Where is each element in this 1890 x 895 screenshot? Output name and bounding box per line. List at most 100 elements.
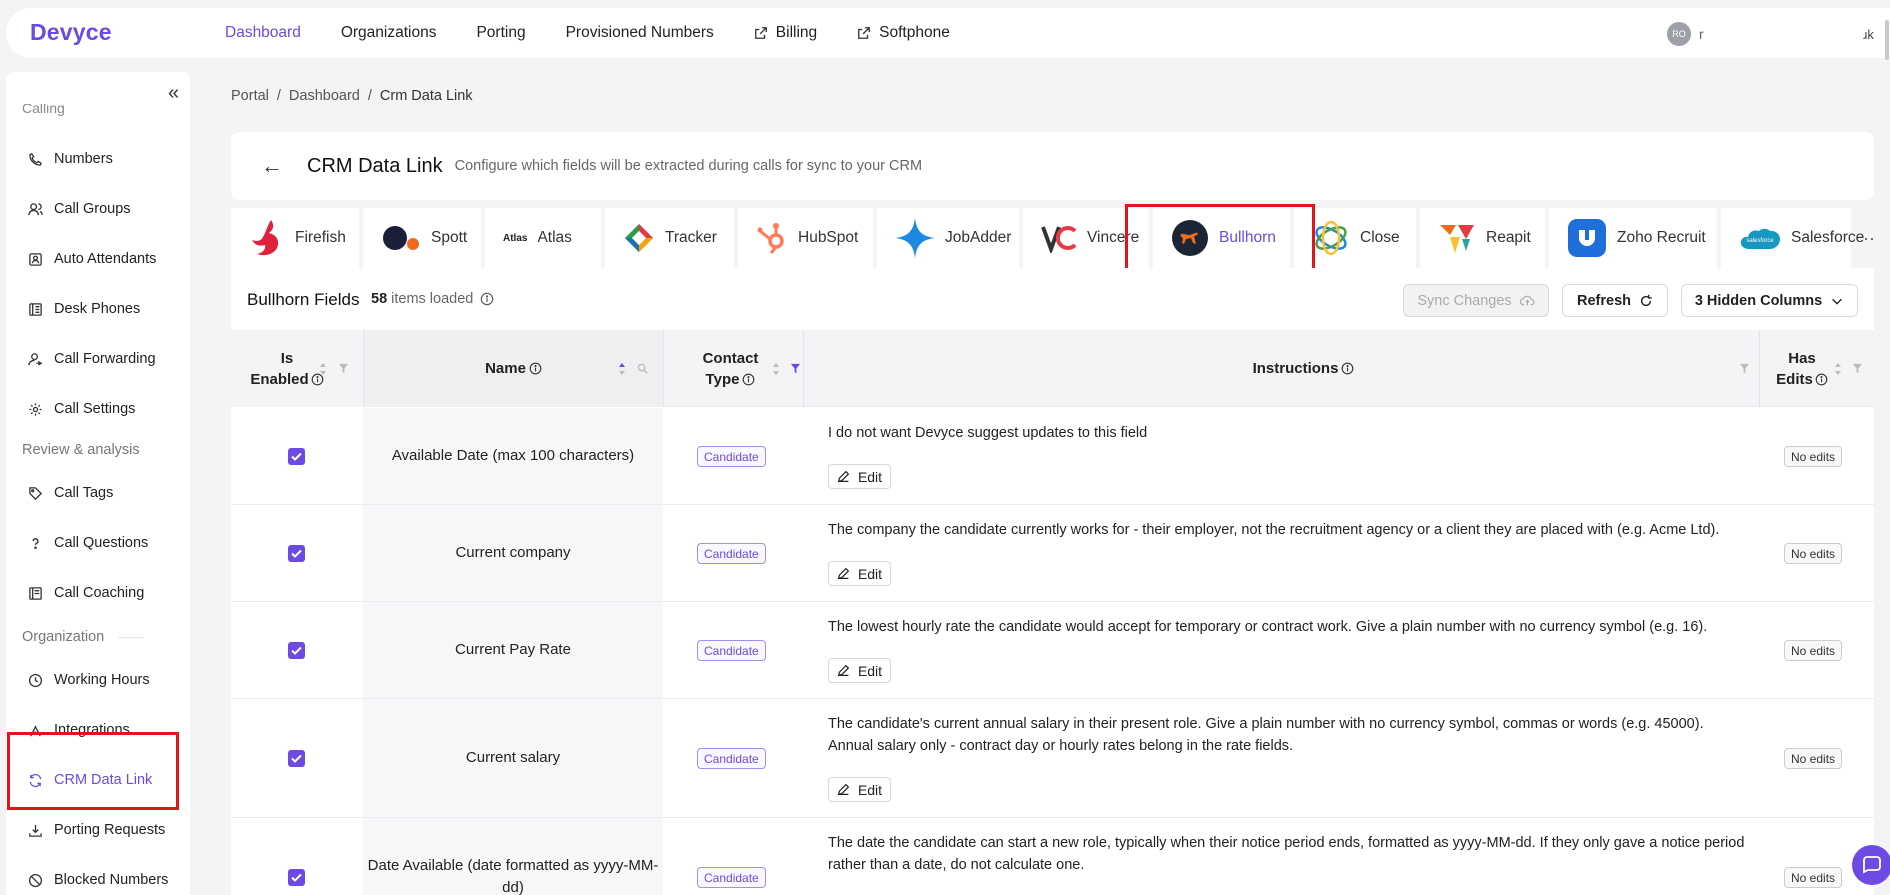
- chat-support-button[interactable]: [1852, 845, 1890, 885]
- breadcrumb-sep: /: [276, 88, 281, 104]
- section-review-analysis: Review & analysis: [22, 442, 140, 458]
- firefish-logo-icon: [249, 218, 285, 258]
- contact-type-badge: Candidate: [697, 446, 766, 467]
- table-row: Current salary Candidate The candidate's…: [231, 699, 1874, 818]
- external-link-icon: [858, 27, 871, 39]
- question-icon: [32, 537, 39, 549]
- has-edits-badge: No edits: [1784, 640, 1843, 661]
- sort-icon[interactable]: [618, 361, 626, 377]
- sidebar-item-numbers[interactable]: Numbers: [28, 151, 113, 167]
- tab-salesforce[interactable]: salesforce Salesforce: [1721, 208, 1864, 268]
- field-instructions: I do not want Devyce suggest updates to …: [828, 425, 1148, 441]
- enabled-checkbox[interactable]: [288, 642, 305, 659]
- field-name: Date Available (date formatted as yyyy-M…: [367, 857, 659, 895]
- pencil-icon: [837, 664, 850, 677]
- sidebar-item-call-groups[interactable]: Call Groups: [28, 201, 131, 217]
- filter-icon[interactable]: [338, 363, 349, 374]
- vincere-logo-icon: [1041, 223, 1077, 253]
- col-contact-type[interactable]: Contact Type: [663, 330, 803, 407]
- info-icon[interactable]: [529, 362, 542, 375]
- user-menu[interactable]: RO r: [1667, 22, 1704, 46]
- sidebar-item-desk-phones[interactable]: Desk Phones: [28, 301, 140, 317]
- nav-porting[interactable]: Porting: [476, 24, 525, 42]
- attendant-icon: [29, 252, 42, 266]
- search-icon[interactable]: [637, 363, 648, 374]
- breadcrumb-dashboard[interactable]: Dashboard: [289, 88, 360, 104]
- hubspot-logo-icon: [756, 221, 788, 255]
- brand-logo[interactable]: Devyce: [30, 19, 112, 46]
- refresh-icon: [1640, 294, 1652, 306]
- collapse-sidebar-icon[interactable]: «: [168, 82, 179, 105]
- filter-icon[interactable]: [1739, 363, 1750, 374]
- sidebar-item-working-hours[interactable]: Working Hours: [28, 672, 150, 688]
- sync-changes-button[interactable]: Sync Changes: [1403, 284, 1549, 317]
- nav-billing[interactable]: Billing: [754, 24, 817, 42]
- has-edits-badge: No edits: [1784, 867, 1843, 888]
- enabled-checkbox[interactable]: [288, 448, 305, 465]
- table-row: Current company Candidate The company th…: [231, 505, 1874, 602]
- sidebar-item-porting-requests[interactable]: Porting Requests: [28, 822, 165, 838]
- tab-atlas[interactable]: Atlas Atlas: [485, 208, 601, 268]
- tab-spott[interactable]: Spott: [363, 208, 481, 268]
- table-header: Is Enabled Name Contact Type Instructions …: [231, 330, 1874, 407]
- top-navbar: Devyce Dashboard Organizations Porting P…: [6, 8, 1890, 60]
- enabled-checkbox[interactable]: [288, 750, 305, 767]
- jobadder-logo-icon: [895, 218, 935, 258]
- tab-hubspot[interactable]: HubSpot: [738, 208, 873, 268]
- sidebar-item-blocked-numbers[interactable]: Blocked Numbers: [28, 872, 168, 888]
- zoho-recruit-logo-icon: [1567, 218, 1607, 258]
- nav-softphone[interactable]: Softphone: [857, 24, 950, 42]
- enabled-checkbox[interactable]: [288, 869, 305, 886]
- info-icon[interactable]: [742, 373, 755, 386]
- sidebar-item-auto-attendants[interactable]: Auto Attendants: [28, 251, 156, 267]
- col-instructions[interactable]: Instructions: [803, 330, 1803, 407]
- sidebar-item-call-settings[interactable]: Call Settings: [28, 401, 135, 417]
- contact-type-badge: Candidate: [697, 867, 766, 888]
- info-icon[interactable]: [1341, 362, 1354, 375]
- edit-button[interactable]: Edit: [828, 777, 891, 802]
- has-edits-badge: No edits: [1784, 446, 1843, 467]
- filter-icon[interactable]: [1852, 363, 1863, 374]
- refresh-button[interactable]: Refresh: [1562, 284, 1668, 317]
- sort-icon[interactable]: [772, 361, 780, 377]
- tab-jobadder[interactable]: JobAdder: [877, 208, 1019, 268]
- tab-tracker[interactable]: Tracker: [605, 208, 734, 268]
- contact-type-badge: Candidate: [697, 748, 766, 769]
- sidebar-item-call-coaching[interactable]: Call Coaching: [28, 585, 144, 601]
- nav-organizations[interactable]: Organizations: [341, 24, 437, 42]
- pencil-icon: [837, 470, 850, 483]
- tabs-more-icon[interactable]: ···: [1863, 228, 1874, 249]
- nav-provisioned-numbers[interactable]: Provisioned Numbers: [566, 24, 714, 42]
- salesforce-logo-icon: salesforce: [1739, 223, 1781, 253]
- hidden-columns-button[interactable]: 3 Hidden Columns: [1681, 284, 1858, 317]
- edit-button[interactable]: Edit: [828, 658, 891, 683]
- chevron-down-icon: [1832, 298, 1843, 305]
- nav-dashboard[interactable]: Dashboard: [225, 24, 301, 42]
- sort-icon[interactable]: [1834, 361, 1842, 377]
- user-region: ɹk: [1863, 27, 1874, 42]
- tab-reapit[interactable]: Reapit: [1420, 208, 1545, 268]
- deskphone-icon: [29, 302, 42, 316]
- coaching-icon: [29, 586, 42, 600]
- sidebar-item-call-forwarding[interactable]: Call Forwarding: [28, 351, 156, 367]
- info-icon[interactable]: [1815, 373, 1828, 386]
- sort-icon[interactable]: [319, 361, 327, 377]
- sidebar-item-call-questions[interactable]: Call Questions: [28, 535, 148, 551]
- filter-active-icon[interactable]: [790, 363, 801, 374]
- tab-firefish[interactable]: Firefish: [231, 208, 359, 268]
- enabled-checkbox[interactable]: [288, 545, 305, 562]
- breadcrumb-portal[interactable]: Portal: [231, 88, 269, 104]
- fields-title: Bullhorn Fields: [247, 290, 360, 309]
- svg-text:salesforce: salesforce: [1746, 238, 1774, 244]
- sidebar-item-call-tags[interactable]: Call Tags: [28, 485, 113, 501]
- page-title: CRM Data Link: [307, 154, 443, 177]
- top-scrollbar[interactable]: [1885, 20, 1889, 60]
- edit-button[interactable]: Edit: [828, 464, 891, 489]
- tab-zoho-recruit[interactable]: Zoho Recruit: [1549, 208, 1717, 268]
- spott-logo-icon: [381, 223, 421, 253]
- edit-button[interactable]: Edit: [828, 561, 891, 586]
- user-name: r: [1699, 26, 1704, 42]
- back-arrow-icon[interactable]: ←: [261, 153, 283, 179]
- info-icon[interactable]: [480, 292, 494, 306]
- breadcrumb-sep: /: [367, 88, 372, 104]
